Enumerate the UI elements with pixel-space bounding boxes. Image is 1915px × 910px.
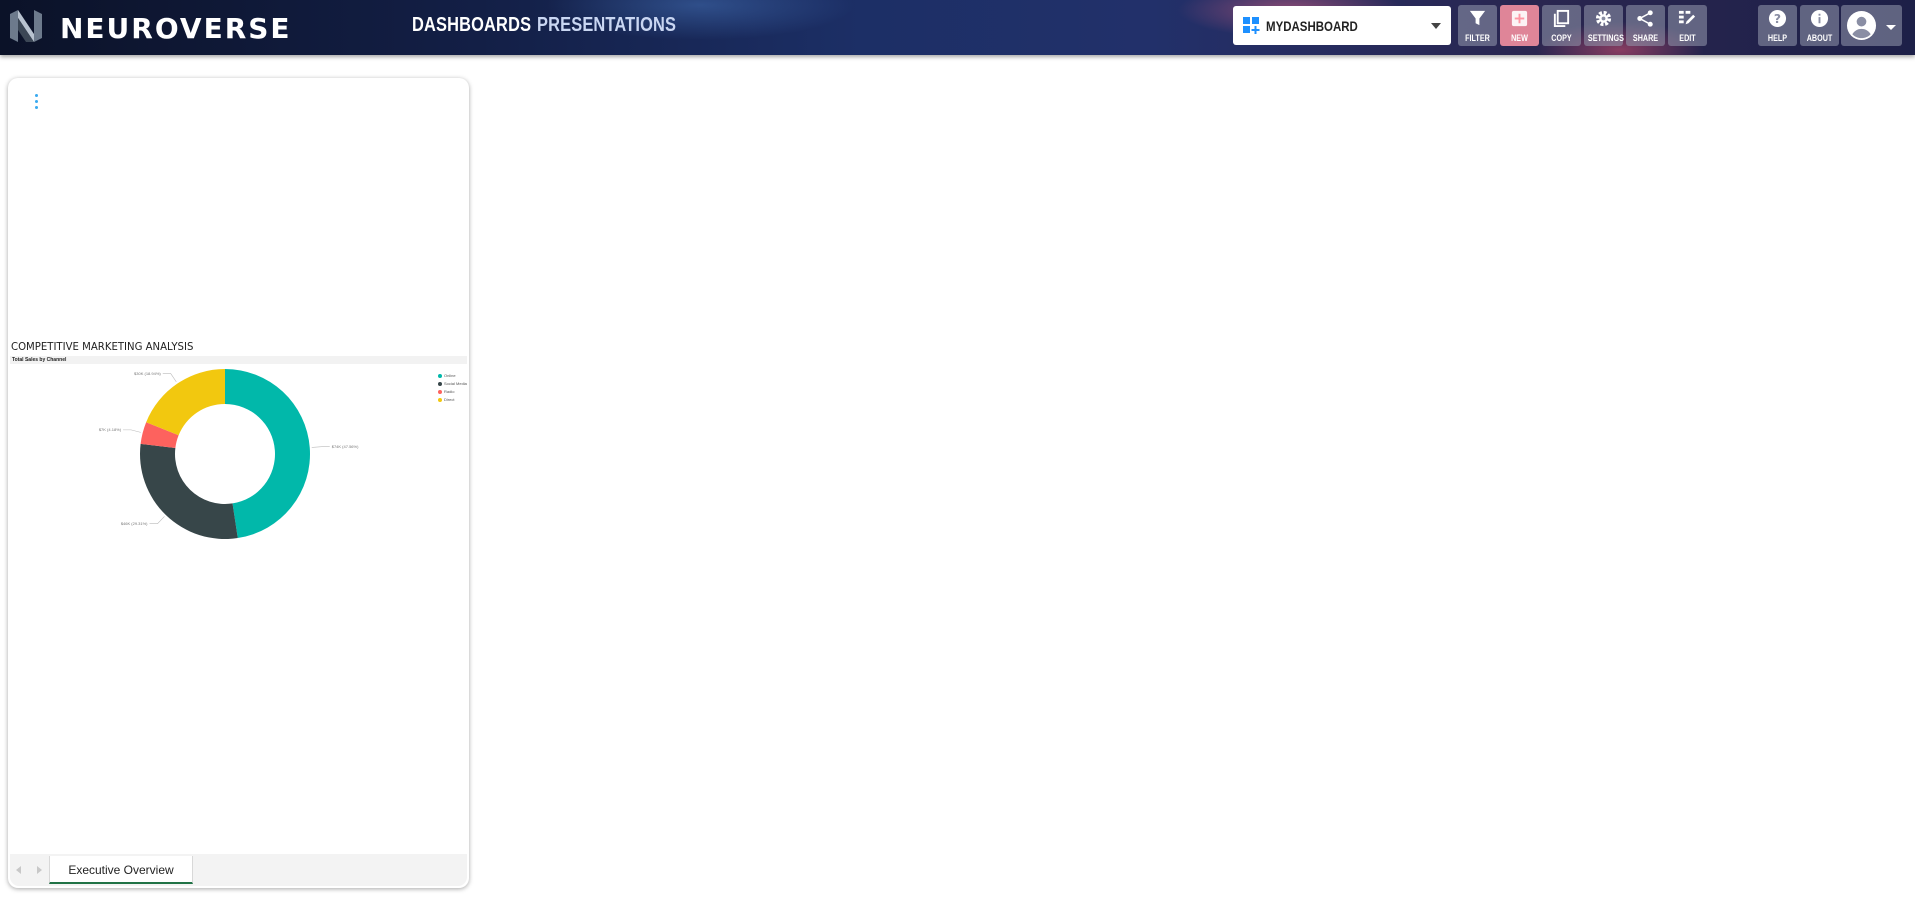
data-label: $30K (18.94%) [134, 370, 161, 376]
tab-next-icon[interactable] [37, 866, 42, 874]
data-label: $74K (47.56%) [331, 443, 359, 449]
filter-icon [1469, 10, 1486, 26]
report-title: COMPETITIVE MARKETING ANALYSIS [11, 340, 194, 353]
donut-chart [123, 369, 330, 539]
share-button[interactable]: SHARE [1626, 5, 1665, 46]
sheet-tabs-bar: Executive Overview [10, 854, 467, 886]
new-label: NEW [1511, 33, 1528, 43]
filter-button[interactable]: FILTER [1458, 5, 1497, 46]
about-label: ABOUT [1806, 33, 1833, 43]
nav-presentations[interactable]: PRESENTATIONS [537, 14, 676, 37]
tab-prev-icon[interactable] [16, 866, 21, 874]
neuroverse-logo [10, 10, 42, 42]
leader-line [149, 516, 165, 524]
new-button[interactable]: NEW [1500, 5, 1539, 46]
settings-button[interactable]: SETTINGS [1584, 5, 1624, 46]
brand-name: NEUROVERSE [60, 12, 292, 45]
help-button[interactable]: ? HELP [1758, 5, 1797, 46]
leader-line [311, 446, 330, 448]
dashboard-select[interactable]: MYDASHBOARD [1233, 6, 1451, 45]
dashboard-card: COMPETITIVE MARKETING ANALYSIS Total Sal… [8, 78, 469, 888]
copy-label: COPY [1551, 33, 1572, 43]
tab-executive-overview[interactable]: Executive Overview [49, 856, 193, 884]
donut-slice[interactable] [140, 443, 238, 539]
legend-label: Social Media [444, 381, 467, 386]
user-menu-button[interactable] [1841, 5, 1902, 46]
chevron-down-icon [1886, 25, 1896, 30]
chart-visual: Total Sales by Channel Online Social Med… [10, 356, 467, 764]
data-label: $7K (4.18%) [98, 426, 122, 432]
edit-label: EDIT [1679, 33, 1696, 43]
filter-label: FILTER [1465, 33, 1490, 43]
about-button[interactable]: ABOUT [1800, 5, 1839, 46]
share-icon [1637, 10, 1653, 27]
data-label: $46K (29.31%) [120, 520, 148, 526]
chevron-down-icon [1431, 23, 1441, 29]
gear-icon [1595, 10, 1612, 27]
donut-slice[interactable] [146, 369, 225, 436]
card-menu-icon[interactable] [30, 92, 42, 114]
nav-dashboards[interactable]: DASHBOARDS [412, 14, 531, 37]
copy-button[interactable]: COPY [1542, 5, 1581, 46]
help-label: HELP [1767, 33, 1788, 43]
account-circle-icon [1846, 10, 1877, 41]
svg-text:?: ? [1774, 12, 1781, 26]
share-label: SHARE [1632, 33, 1659, 43]
legend-label: Radio [444, 389, 455, 394]
dashboard-select-value: MYDASHBOARD [1266, 18, 1358, 34]
settings-label: SETTINGS [1587, 33, 1624, 43]
add-box-icon [1511, 10, 1528, 27]
leader-line [162, 373, 177, 383]
app-header: NEUROVERSE DASHBOARDS PRESENTATIONS MYDA… [0, 0, 1915, 55]
help-icon: ? [1768, 9, 1787, 28]
legend-label: Direct [444, 397, 455, 402]
donut-slice[interactable] [225, 369, 310, 539]
leader-line [123, 429, 141, 433]
edit-button[interactable]: EDIT [1668, 5, 1707, 46]
dashboard-add-icon [1243, 17, 1260, 34]
edit-icon [1678, 10, 1696, 25]
info-icon [1810, 9, 1829, 28]
legend-label: Online [444, 373, 456, 378]
copy-icon [1553, 9, 1570, 28]
